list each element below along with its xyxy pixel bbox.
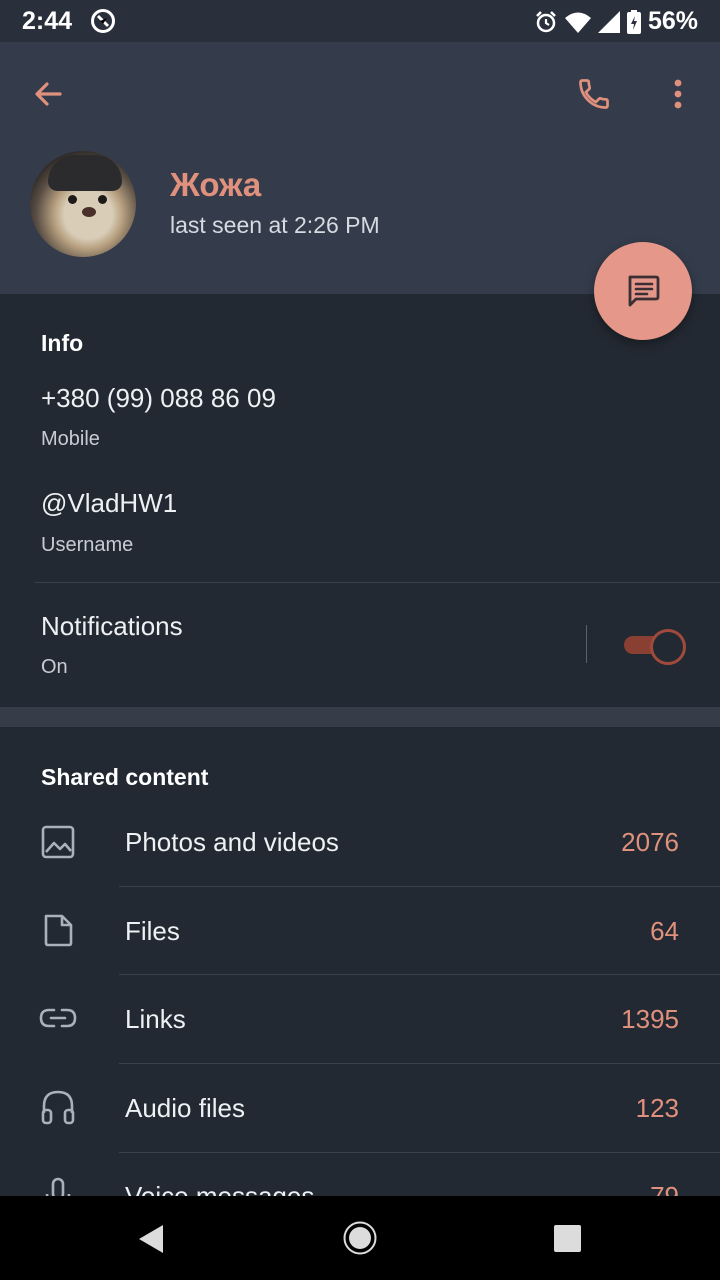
phone-label: Mobile [41, 428, 100, 450]
status-time: 2:44 [22, 7, 73, 35]
contact-name: Жожа [170, 166, 262, 203]
notifications-separator [586, 625, 587, 663]
shared-item-label: Files [125, 916, 180, 946]
info-section-title: Info [41, 330, 84, 356]
image-icon [41, 825, 75, 859]
notifications-title: Notifications [41, 611, 183, 641]
row-divider [119, 1152, 720, 1153]
info-divider [35, 582, 720, 583]
nav-home-icon[interactable] [343, 1221, 377, 1255]
link-icon [39, 1008, 77, 1028]
call-button[interactable] [570, 70, 618, 118]
row-divider [119, 886, 720, 887]
avatar-eye-left [68, 195, 77, 204]
shared-item-count: 1395 [621, 1004, 679, 1034]
nav-recent-icon[interactable] [554, 1225, 581, 1252]
shared-item-count: 64 [650, 916, 679, 946]
file-icon [44, 914, 73, 947]
shared-item-label: Links [125, 1004, 186, 1034]
shared-item-count: 123 [635, 1093, 679, 1123]
phone-number[interactable]: +380 (99) 088 86 09 [41, 383, 276, 414]
battery-percent: 56% [647, 7, 698, 35]
dnd-icon [91, 9, 115, 33]
message-icon [628, 275, 660, 307]
status-right-cluster: 56% [534, 7, 698, 36]
row-divider [119, 1063, 720, 1064]
last-seen-status: last seen at 2:26 PM [170, 212, 380, 238]
username-value[interactable]: @VladHW1 [41, 488, 177, 519]
message-fab[interactable] [594, 242, 692, 340]
headphones-icon [41, 1090, 75, 1125]
toggle-thumb [650, 629, 686, 665]
shared-item-label: Photos and videos [125, 827, 339, 857]
nav-back-icon[interactable] [137, 1223, 165, 1255]
shared-section-title: Shared content [41, 764, 209, 790]
phone-icon [579, 79, 609, 109]
username-label: Username [41, 534, 134, 556]
notifications-toggle[interactable] [622, 628, 686, 665]
contact-avatar[interactable] [30, 151, 136, 257]
row-divider [119, 974, 720, 975]
avatar-nose [82, 207, 96, 217]
alarm-icon [536, 10, 556, 32]
shared-item-count: 2076 [621, 827, 679, 857]
shared-item-label: Audio files [125, 1093, 245, 1123]
wifi-icon [564, 12, 591, 33]
status-bar: 2:44 56% [0, 0, 720, 42]
back-button[interactable] [24, 70, 72, 118]
back-arrow-icon [35, 82, 62, 106]
section-gap [0, 707, 720, 727]
battery-icon [626, 9, 641, 34]
signal-icon [597, 10, 620, 33]
more-vert-icon [674, 79, 682, 109]
avatar-hat [48, 155, 122, 191]
notifications-value: On [41, 656, 68, 678]
more-options-button[interactable] [654, 70, 702, 118]
avatar-eye-right [98, 195, 107, 204]
